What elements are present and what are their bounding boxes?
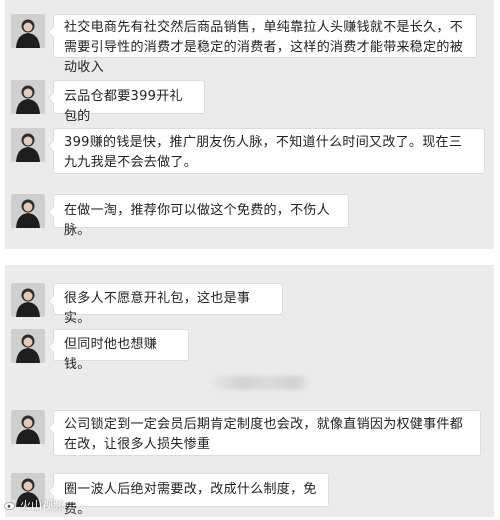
message-bubble: 但同时他也想赚钱。: [48, 329, 189, 372]
user-avatar-icon[interactable]: [11, 329, 45, 363]
message-bubble: 公司锁定到一定会员后期肯定制度也会改，就像直销因为权健事件都在改，让很多人损失惨…: [48, 410, 481, 456]
message-bubble: 在做一淘，推荐你可以做这个免费的，不伤人脉。: [48, 194, 349, 238]
message-bubble: 云品仓都要399开礼包的: [48, 80, 205, 124]
message-bubble: 圈一波人后绝对需要改，改成什么制度，免费。: [48, 473, 329, 517]
user-avatar-icon[interactable]: [11, 410, 45, 444]
user-avatar-icon[interactable]: [11, 14, 45, 48]
user-avatar-icon[interactable]: [11, 128, 45, 162]
message-bubble: 很多人不愿意开礼包，这也是事实。: [48, 283, 283, 326]
blurred-timestamp: [213, 376, 309, 390]
user-avatar-icon[interactable]: [11, 194, 45, 228]
chat-panel-bottom: 很多人不愿意开礼包，这也是事实。 但同时他也想赚钱。 公司锁定到一定会员后期肯定…: [5, 265, 494, 517]
message-bubble: 社交电商先有社交然后商品销售，单纯靠拉人头赚钱就不是长久，不需要引导性的消费才是…: [48, 14, 477, 75]
user-avatar-icon[interactable]: [11, 283, 45, 317]
chat-panel-top: 社交电商先有社交然后商品销售，单纯靠拉人头赚钱就不是长久，不需要引导性的消费才是…: [5, 0, 494, 249]
weibo-logo-icon: [4, 500, 16, 510]
watermark: 火山视频: [4, 497, 64, 513]
watermark-text: 火山视频: [20, 499, 64, 512]
user-avatar-icon[interactable]: [11, 80, 45, 114]
message-bubble: 399赚的钱是快，推广朋友伤人脉，不知道什么时间又改了。现在三九九我是不会去做了…: [48, 128, 485, 174]
